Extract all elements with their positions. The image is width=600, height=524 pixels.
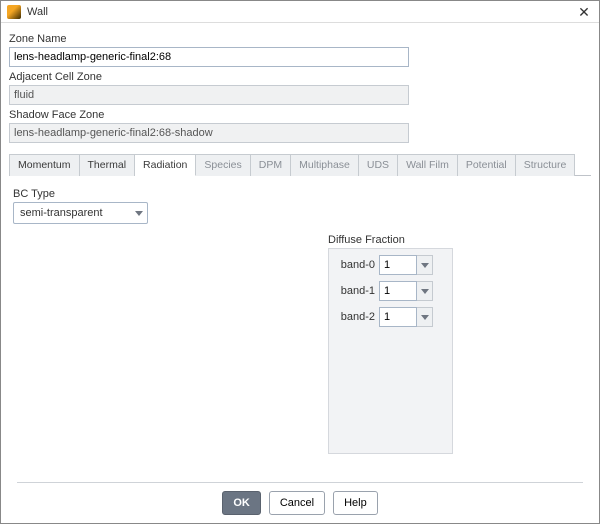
diffuse-row-label: band-1: [335, 285, 375, 297]
zone-name-input[interactable]: [9, 47, 409, 67]
tab-structure[interactable]: Structure: [516, 154, 576, 176]
band-1-input[interactable]: [379, 281, 417, 301]
tab-momentum[interactable]: Momentum: [9, 154, 80, 176]
tab-wall-film[interactable]: Wall Film: [398, 154, 458, 176]
chevron-down-icon: [135, 211, 143, 216]
app-icon: [7, 5, 21, 19]
tab-multiphase[interactable]: Multiphase: [291, 154, 359, 176]
help-button[interactable]: Help: [333, 491, 378, 515]
window-title: Wall: [27, 6, 48, 18]
shadow-face-zone-label: Shadow Face Zone: [9, 109, 591, 121]
bc-type-dropdown[interactable]: semi-transparent: [13, 202, 148, 224]
adjacent-cell-zone-label: Adjacent Cell Zone: [9, 71, 591, 83]
tab-dpm[interactable]: DPM: [251, 154, 291, 176]
tab-thermal[interactable]: Thermal: [80, 154, 136, 176]
diffuse-row-label: band-0: [335, 259, 375, 271]
bc-type-value: semi-transparent: [20, 207, 103, 219]
band-2-input[interactable]: [379, 307, 417, 327]
band-0-input[interactable]: [379, 255, 417, 275]
chevron-down-icon: [421, 263, 429, 268]
diffuse-row: band-0: [335, 255, 446, 275]
tab-potential[interactable]: Potential: [458, 154, 516, 176]
adjacent-cell-zone-input: [9, 85, 409, 105]
tab-species[interactable]: Species: [196, 154, 250, 176]
ok-button[interactable]: OK: [222, 491, 261, 515]
diffuse-row: band-2: [335, 307, 446, 327]
diffuse-row: band-1: [335, 281, 446, 301]
dialog-footer: OK Cancel Help: [17, 482, 583, 523]
diffuse-row-spinner: [379, 307, 433, 327]
cancel-button[interactable]: Cancel: [269, 491, 325, 515]
diffuse-fraction-header: Diffuse Fraction: [328, 234, 453, 246]
close-icon[interactable]: ✕: [575, 3, 593, 21]
diffuse-row-label: band-2: [335, 311, 375, 323]
diffuse-fraction-panel: band-0 band-1 band: [328, 248, 453, 454]
zone-name-label: Zone Name: [9, 33, 591, 45]
wall-dialog: Wall ✕ Zone Name Adjacent Cell Zone Shad…: [0, 0, 600, 524]
band-2-stepper[interactable]: [417, 307, 433, 327]
tab-content-radiation: BC Type semi-transparent Diffuse Fractio…: [9, 176, 591, 482]
diffuse-fraction-section: Diffuse Fraction band-0 band-1: [328, 234, 453, 454]
band-0-stepper[interactable]: [417, 255, 433, 275]
chevron-down-icon: [421, 289, 429, 294]
diffuse-row-spinner: [379, 281, 433, 301]
titlebar: Wall ✕: [1, 1, 599, 23]
shadow-face-zone-input: [9, 123, 409, 143]
tab-bar: Momentum Thermal Radiation Species DPM M…: [9, 153, 591, 176]
chevron-down-icon: [421, 315, 429, 320]
diffuse-row-spinner: [379, 255, 433, 275]
bc-type-label: BC Type: [13, 188, 587, 200]
content-area: Zone Name Adjacent Cell Zone Shadow Face…: [1, 23, 599, 523]
tab-uds[interactable]: UDS: [359, 154, 398, 176]
tab-radiation[interactable]: Radiation: [135, 154, 196, 176]
band-1-stepper[interactable]: [417, 281, 433, 301]
